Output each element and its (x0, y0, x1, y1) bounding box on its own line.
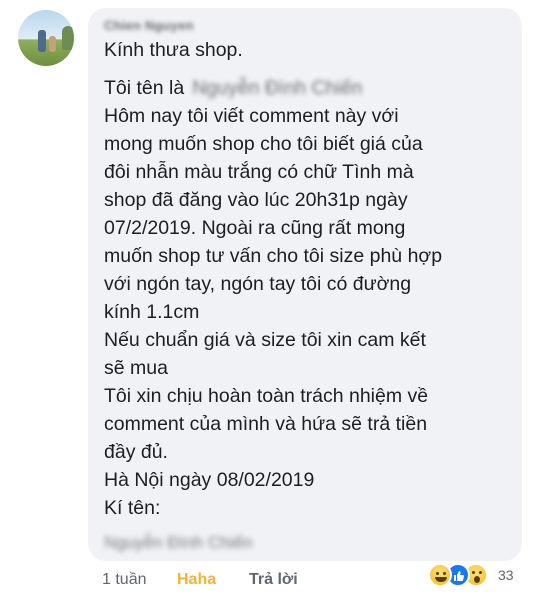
comment-line-7: 07/2/2019. Ngoài ra cũng rất mong (104, 217, 406, 239)
comment-line-13: Tôi xin chịu hoàn toàn trách nhiệm về (104, 385, 429, 407)
comment-line-10: kính 1.1cm (104, 301, 200, 323)
redacted-name: Nguyễn Đình Chiến (192, 77, 363, 99)
comment-line-2: Tôi tên là Nguyễn Đình Chiến (104, 74, 362, 102)
comment-timestamp[interactable]: 1 tuần (102, 570, 146, 590)
comment-line-1: Kính thưa shop. (104, 39, 243, 61)
comment-line-17: Kí tên: (104, 497, 161, 519)
reaction-summary[interactable]: 33 (428, 560, 522, 590)
comment-line-15: đầy đủ. (104, 441, 168, 463)
comment-line-6: shop đã đăng vào lúc 20h31p ngày (104, 189, 408, 211)
comment-line-12: sẽ mua (104, 357, 168, 379)
avatar-child-figure (49, 36, 56, 52)
haha-reaction-button[interactable]: Haha (177, 570, 216, 590)
comment-line-5: đôi nhẫn màu trắng có chữ Tình mà (104, 161, 414, 183)
reaction-count: 33 (498, 567, 514, 583)
comment-line-16: Hà Nội ngày 08/02/2019 (104, 469, 315, 491)
avatar-person-figure (38, 30, 46, 52)
reply-button[interactable]: Trả lời (249, 570, 298, 590)
comment-line-3: Hôm nay tôi viết comment này với (104, 105, 399, 127)
haha-icon (428, 563, 452, 587)
comment-bubble: Chien Nguyen Kính thưa shop. Tôi tên là N… (88, 8, 522, 561)
signature-name: Nguyễn Đình Chiến (104, 533, 253, 552)
comment-line-9: với ngón tay, ngón tay tôi có đường (104, 273, 412, 295)
comment-line-8: muốn shop tư vấn cho tôi size phù hợp (104, 245, 443, 267)
comment-line-14: comment của mình và hứa sẽ trả tiền (104, 413, 428, 435)
comment-author-name[interactable]: Chien Nguyen (104, 18, 194, 36)
comment-line-4: mong muốn shop cho tôi biết giá của (104, 133, 423, 155)
comment-line-11: Nếu chuẩn giá và size tôi xin cam kết (104, 329, 426, 351)
comment-line-2-text: Tôi tên là (104, 77, 185, 99)
avatar[interactable] (18, 10, 74, 66)
avatar-tree-figure (62, 26, 74, 50)
